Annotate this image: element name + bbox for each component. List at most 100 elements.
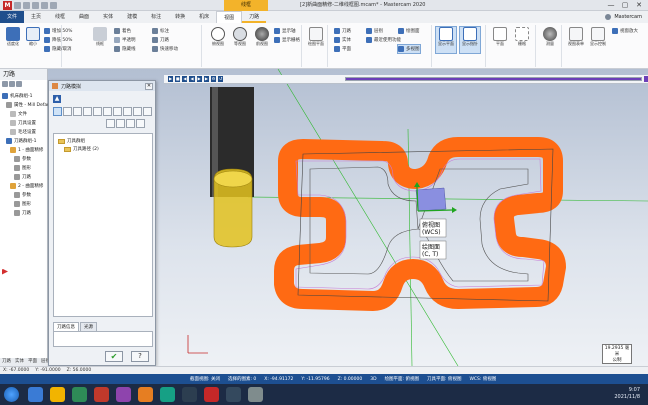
tab-transform[interactable]: 转换 — [168, 11, 192, 23]
zoom-out-50-button[interactable]: 降低 50% — [44, 36, 72, 44]
group-icon[interactable] — [93, 107, 102, 116]
taskbar-app-icon[interactable] — [138, 387, 153, 402]
trace-icon[interactable]: ↺ — [218, 76, 224, 82]
lock-icon[interactable] — [113, 107, 122, 116]
tab-toolpaths[interactable]: 刀路 — [242, 11, 267, 23]
planes-button[interactable]: 平面 — [490, 27, 510, 53]
dialog-title-bar[interactable]: 刀路模拟 ✕ — [49, 81, 155, 91]
manager-multi-view-button[interactable]: 多视图 — [397, 44, 421, 54]
tree-item[interactable]: 图形 — [14, 163, 31, 172]
maximize-button[interactable]: ▢ — [618, 0, 632, 11]
tool-icon[interactable] — [123, 107, 132, 116]
show-rapid-button[interactable]: 快速移动 — [152, 45, 178, 53]
close-button[interactable]: ✕ — [632, 0, 646, 11]
translucent-button[interactable]: 半透明 — [114, 36, 136, 44]
tree-item[interactable]: 刀路 — [14, 172, 31, 181]
tab-file[interactable]: 文件 — [0, 11, 25, 23]
minimize-button[interactable]: — — [604, 0, 618, 11]
undo-icon[interactable] — [41, 2, 48, 9]
start-button-icon[interactable] — [4, 387, 19, 402]
grid-button[interactable]: 栅格 — [512, 27, 532, 53]
select-tool-icon[interactable] — [53, 107, 62, 116]
taskbar-mastercam-icon[interactable] — [204, 387, 219, 402]
tree-item[interactable]: 文件 — [10, 109, 27, 118]
show-grid-button[interactable]: 显示栅格 — [274, 36, 300, 44]
zoom-target-button[interactable]: 隐藏/取消 — [44, 45, 72, 53]
taskbar-app-icon[interactable] — [248, 387, 263, 402]
wcs-status[interactable]: WCS: 俯视图 — [469, 376, 496, 382]
section-view[interactable]: 截面视图: 关闭 — [190, 376, 220, 382]
tree-item[interactable]: 参数 — [14, 154, 31, 163]
simulate-icon[interactable] — [16, 81, 22, 87]
outline-button[interactable]: 俯视图 — [208, 27, 228, 53]
manager-recent-button[interactable]: 最近使用功能 — [366, 36, 401, 44]
open-icon[interactable] — [23, 2, 30, 9]
show-axes-button[interactable]: 显示轴 — [274, 27, 296, 35]
help-button[interactable]: ? — [131, 351, 149, 362]
show-dim-button[interactable]: 标注 — [152, 27, 169, 35]
tab-solids[interactable]: 实体 — [96, 11, 120, 23]
tab-view[interactable]: 视图 — [216, 11, 243, 23]
measure-button[interactable]: 测量 — [540, 27, 560, 53]
wireframe-button[interactable]: 线框 — [90, 27, 110, 53]
taskbar-chrome-icon[interactable] — [72, 387, 87, 402]
redo-icon[interactable] — [50, 2, 57, 9]
tab-planes-manager[interactable]: 平面 — [26, 358, 39, 366]
tree-item[interactable]: 参数 — [14, 190, 31, 199]
edit-icon[interactable] — [106, 119, 115, 128]
tab-machine[interactable]: 机床 — [192, 11, 216, 23]
zoom-in-50-button[interactable]: 增加 50% — [44, 27, 72, 35]
show-gnomon-button[interactable]: 显示平面 — [435, 26, 457, 54]
viewsheet-add-button[interactable]: 视窗放大 — [612, 27, 638, 35]
list-item[interactable]: 刀具路径 (2) — [64, 145, 99, 153]
manager-solids-button[interactable]: 实体 — [334, 36, 351, 44]
tree-item[interactable]: 1 - 曲面精修 — [10, 145, 43, 154]
tree-item[interactable]: 机床群组-1 — [2, 91, 33, 100]
fit-button[interactable]: 适度化 — [3, 27, 23, 53]
tree-item[interactable]: 刀路群组-1 — [6, 136, 37, 145]
tab-home[interactable]: 主页 — [24, 11, 48, 23]
tree-item[interactable]: 2 - 曲面精修 — [10, 181, 43, 190]
taskbar-explorer-icon[interactable] — [50, 387, 65, 402]
collapse-icon[interactable] — [83, 107, 92, 116]
save-icon[interactable] — [14, 2, 21, 9]
edges-button[interactable]: 等视图 — [230, 27, 250, 53]
tree-item[interactable]: 刀路 — [14, 208, 31, 217]
tplane-status[interactable]: 刀具平面: 俯视图 — [427, 376, 461, 382]
display-control-button[interactable]: 显示控制 — [588, 27, 608, 53]
folder-icon[interactable] — [103, 107, 112, 116]
tree-item[interactable]: 毛坯设置 — [10, 127, 36, 136]
step-back-icon[interactable]: ◀ — [182, 76, 188, 82]
cplane-status[interactable]: 绘图平面: 俯视图 — [385, 376, 419, 382]
rewind-icon[interactable]: ◀ — [189, 76, 195, 82]
tab-wireframe[interactable]: 线框 — [48, 11, 72, 23]
taskbar-app-icon[interactable] — [182, 387, 197, 402]
tab-model-prep[interactable]: 建模 — [120, 11, 144, 23]
manager-cplane-button[interactable]: 绘图面 — [398, 27, 420, 35]
user-area[interactable]: Mastercam — [605, 11, 648, 23]
tree-item[interactable]: 属性 - Mill Default — [6, 100, 53, 109]
print-icon[interactable] — [32, 2, 39, 9]
highlight-icon[interactable] — [133, 107, 142, 116]
delete-icon[interactable] — [116, 119, 125, 128]
tray-clock[interactable]: 9:07 2021/11/8 — [614, 387, 640, 401]
regenerate-icon[interactable] — [9, 81, 15, 87]
refresh-icon[interactable] — [126, 119, 135, 128]
tab-drafting[interactable]: 标注 — [144, 11, 168, 23]
simulation-progress-bar[interactable] — [345, 77, 642, 81]
toolpath-display-button[interactable]: 绘图平面 — [306, 27, 326, 53]
mode-3d[interactable]: 3D — [370, 377, 376, 382]
tab-solids-manager[interactable]: 实体 — [13, 358, 26, 366]
show-toolpath-button[interactable]: 刀路 — [152, 36, 169, 44]
view-sheets-button[interactable]: 视图表单 — [566, 27, 586, 53]
dialog-close-button[interactable]: ✕ — [145, 82, 153, 90]
taskbar-app-icon[interactable] — [116, 387, 131, 402]
select-all-icon[interactable] — [2, 81, 8, 87]
chart-icon[interactable] — [136, 119, 145, 128]
manager-levels-button[interactable]: 层别 — [366, 27, 383, 35]
play-icon[interactable]: ▶ — [168, 76, 174, 82]
collapse-up-icon[interactable]: ▲ — [53, 95, 61, 103]
tab-surfaces[interactable]: 曲面 — [72, 11, 96, 23]
tree-item[interactable]: 刀具设置 — [10, 118, 36, 127]
expand-icon[interactable] — [73, 107, 82, 116]
